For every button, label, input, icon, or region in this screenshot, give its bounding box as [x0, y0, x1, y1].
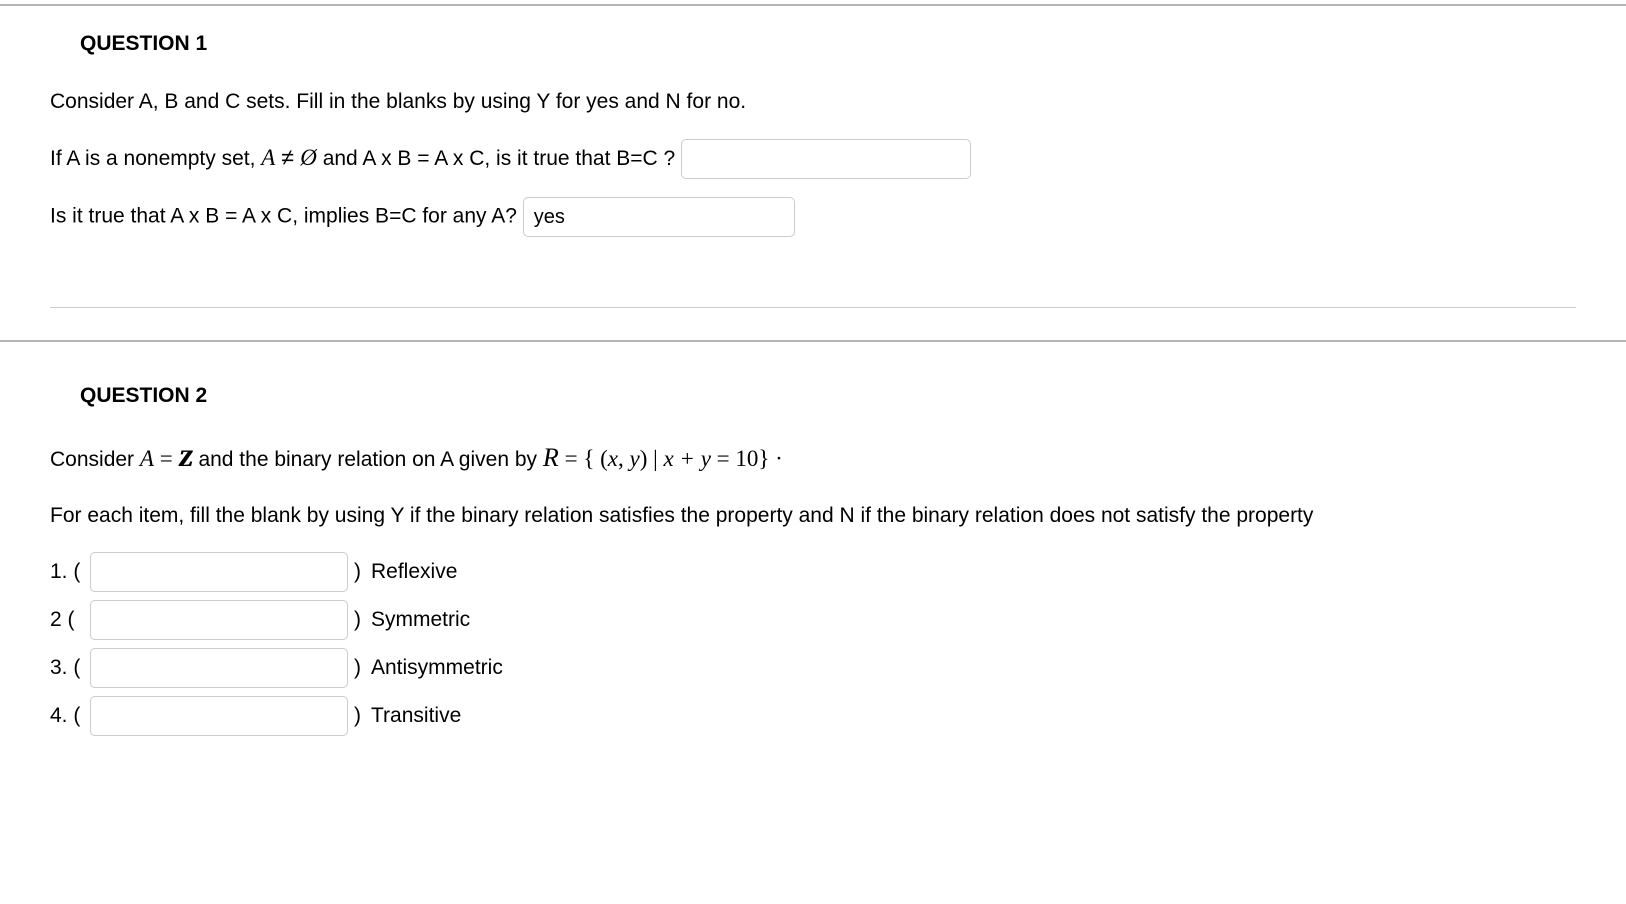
question-1-block: QUESTION 1 Consider A, B and C sets. Fil… — [0, 6, 1626, 372]
page: QUESTION 1 Consider A, B and C sets. Fil… — [0, 4, 1626, 774]
question-2-block: QUESTION 2 Consider A = Z and the binary… — [0, 372, 1626, 774]
item-num-2: 2 ( — [50, 608, 84, 632]
rel-end: = 10} · — [711, 446, 783, 471]
q2-item-1: 1. ( ) Reflexive — [50, 552, 1576, 592]
q1-line1: If A is a nonempty set, A ≠ Ø and A x B … — [50, 138, 1576, 179]
q2-symmetric-input[interactable] — [90, 600, 348, 640]
item-num-4: 4. ( — [50, 704, 84, 728]
neq-symbol: ≠ — [281, 144, 300, 170]
rel-open: = { ( — [565, 446, 608, 471]
q1-bottom-rule — [50, 307, 1576, 308]
math-A2: A — [140, 446, 154, 471]
item-num-3: 3. ( — [50, 656, 84, 680]
question-2-heading: QUESTION 2 — [80, 384, 1576, 408]
xplusy: x + y — [663, 446, 710, 471]
q2-transitive-input[interactable] — [90, 696, 348, 736]
q2-item-2: 2 ( ) Symmetric — [50, 600, 1576, 640]
relation-R-icon: R — [543, 443, 559, 472]
var-x: x — [608, 446, 618, 471]
q2-intro-pre: Consider — [50, 448, 140, 471]
q2-item-3: 3. ( ) Antisymmetric — [50, 648, 1576, 688]
question-1-heading: QUESTION 1 — [80, 32, 1576, 56]
q1-answer1-input[interactable] — [681, 139, 971, 179]
comma: , — [618, 446, 630, 471]
q2-consider-line: Consider A = Z and the binary relation o… — [50, 436, 1576, 480]
rel-mid: ) | — [640, 446, 664, 471]
q1-line2-text: Is it true that A x B = A x C, implies B… — [50, 205, 517, 228]
q1-line2: Is it true that A x B = A x C, implies B… — [50, 197, 1576, 237]
item-close-4: ) — [354, 704, 361, 728]
math-A: A — [261, 145, 275, 170]
reflexive-label: Reflexive — [371, 560, 457, 584]
item-close-2: ) — [354, 608, 361, 632]
q1-answer2-input[interactable] — [523, 197, 795, 237]
q2-item-4: 4. ( ) Transitive — [50, 696, 1576, 736]
var-y: y — [629, 446, 639, 471]
section-divider — [0, 340, 1626, 342]
q2-antisymmetric-input[interactable] — [90, 648, 348, 688]
q1-line1-mid: and A x B = A x C, is it true that B=C ? — [323, 147, 676, 170]
eq-symbol: = — [160, 446, 179, 471]
symmetric-label: Symmetric — [371, 608, 470, 632]
q1-line1-pre: If A is a nonempty set, — [50, 147, 261, 170]
q2-instructions: For each item, fill the blank by using Y… — [50, 498, 1576, 534]
q2-reflexive-input[interactable] — [90, 552, 348, 592]
q2-intro-mid: and the binary relation on A given by — [198, 448, 542, 471]
antisymmetric-label: Antisymmetric — [371, 656, 503, 680]
integers-icon: Z — [179, 439, 193, 478]
item-close-3: ) — [354, 656, 361, 680]
transitive-label: Transitive — [371, 704, 461, 728]
item-close-1: ) — [354, 560, 361, 584]
item-num-1: 1. ( — [50, 560, 84, 584]
emptyset-icon: Ø — [300, 138, 317, 177]
q1-intro: Consider A, B and C sets. Fill in the bl… — [50, 84, 1576, 120]
